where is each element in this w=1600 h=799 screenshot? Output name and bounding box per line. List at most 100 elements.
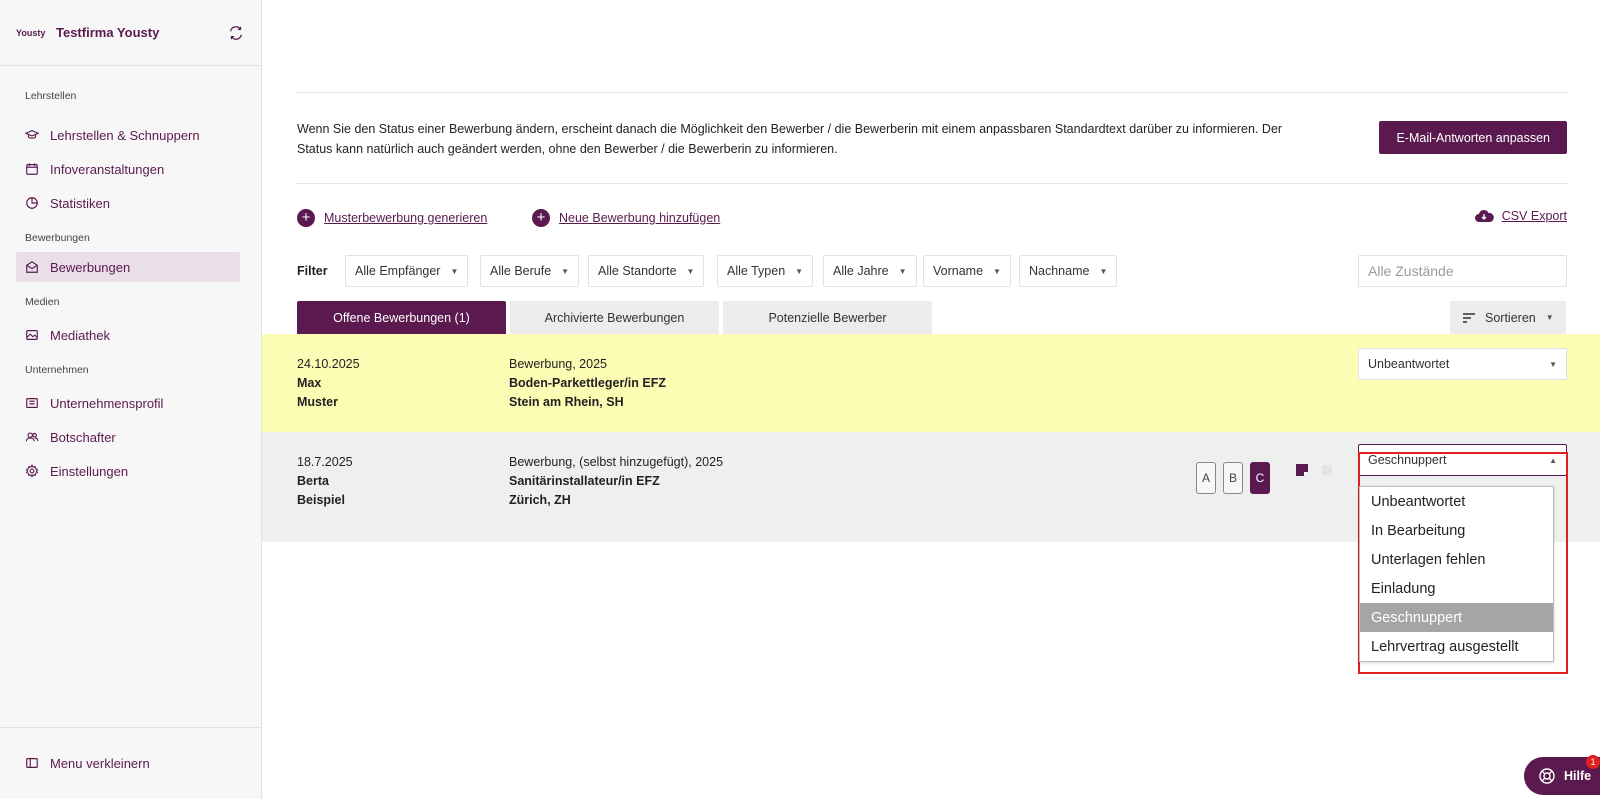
graduation-cap-icon (25, 130, 39, 139)
rating-a-button[interactable]: A (1196, 462, 1216, 494)
plus-circle-icon: + (297, 209, 315, 227)
select-value: Alle Berufe (490, 264, 552, 278)
sidebar-item-label: Bewerbungen (50, 259, 131, 275)
sidebar-item-unternehmensprofil[interactable]: Unternehmensprofil (16, 388, 240, 418)
tab-archived-applications[interactable]: Archivierte Bewerbungen (510, 301, 719, 334)
help-label: Hilfe (1564, 769, 1592, 783)
caret-down-icon: ▼ (450, 266, 459, 276)
sidebar-item-label: Statistiken (50, 195, 110, 211)
select-value: Vorname (933, 264, 984, 278)
company-logo[interactable]: Yousty (16, 24, 45, 42)
brand-header: Yousty Testfirma Yousty (0, 0, 261, 66)
note-empty-icon[interactable] (1320, 463, 1334, 477)
sidebar-item-infoveranstaltungen[interactable]: Infoveranstaltungen (16, 154, 240, 184)
filter-types-select[interactable]: Alle Typen ▼ (717, 255, 814, 287)
sidebar-item-einstellungen[interactable]: Einstellungen (16, 456, 240, 486)
status-option-unbeantwortet[interactable]: Unbeantwortet (1360, 487, 1553, 516)
caret-down-icon: ▼ (795, 266, 804, 276)
sort-button[interactable]: Sortieren ▼ (1450, 301, 1566, 334)
caret-down-icon: ▼ (1099, 266, 1108, 276)
filter-bar: Filter Alle Empfänger ▼ Alle Berufe ▼ Alle… (297, 255, 1567, 287)
info-text: Wenn Sie den Status einer Bewerbung ände… (297, 122, 1283, 156)
application-row[interactable]: 24.10.2025 Max Muster Bewerbung, 2025 Bo… (262, 334, 1600, 432)
job-cell: Bewerbung, (selbst hinzugefügt), 2025 Sa… (509, 453, 723, 510)
generate-sample-label: Musterbewerbung generieren (324, 211, 488, 225)
filter-professions-select[interactable]: Alle Berufe ▼ (480, 255, 580, 287)
filter-years-select[interactable]: Alle Jahre ▼ (823, 255, 917, 287)
sidebar-section-lehrstellen: Lehrstellen (25, 90, 77, 102)
sidebar-item-mediathek[interactable]: Mediathek (16, 320, 240, 350)
add-application-link[interactable]: + Neue Bewerbung hinzufügen (532, 209, 720, 227)
applicant-first-name[interactable]: Berta (297, 472, 353, 491)
status-option-unterlagen-fehlen[interactable]: Unterlagen fehlen (1360, 545, 1553, 574)
users-icon (25, 432, 39, 442)
actions-bar: + Musterbewerbung generieren + Neue Bewe… (297, 207, 1567, 231)
applicant-last-name[interactable]: Beispiel (297, 491, 353, 510)
caret-down-icon: ▼ (993, 266, 1001, 276)
status-filter-input[interactable]: Alle Zustände (1358, 255, 1567, 287)
collapse-menu-button[interactable]: Menu verkleinern (16, 748, 240, 778)
select-value: Alle Typen (727, 264, 786, 278)
tab-potential-applicants[interactable]: Potenzielle Bewerber (723, 301, 932, 334)
sync-icon[interactable] (227, 24, 245, 42)
sidebar-item-label: Botschafter (50, 429, 116, 445)
sidebar-item-label: Mediathek (50, 327, 110, 343)
filter-firstname-select[interactable]: Vorname ▼ (923, 255, 1011, 287)
status-option-geschnuppert[interactable]: Geschnuppert (1360, 603, 1553, 632)
pie-chart-icon (26, 197, 38, 209)
sidebar-item-label: Unternehmensprofil (50, 395, 164, 411)
sidebar-item-lehrstellen[interactable]: Lehrstellen & Schnuppern (16, 120, 240, 150)
company-name[interactable]: Testfirma Yousty (56, 25, 227, 40)
gear-icon (25, 464, 39, 478)
sidebar-collapse-icon (26, 758, 38, 768)
status-value: Unbeantwortet (1368, 357, 1450, 371)
application-type: Bewerbung, (selbst hinzugefügt), 2025 (509, 455, 724, 469)
sidebar-section-unternehmen: Unternehmen (25, 364, 89, 376)
sort-label: Sortieren (1485, 310, 1536, 325)
rating-c-button[interactable]: C (1250, 462, 1270, 494)
status-option-in-bearbeitung[interactable]: In Bearbeitung (1360, 516, 1553, 545)
job-location: Stein am Rhein, SH (509, 395, 624, 409)
sidebar-item-label: Einstellungen (50, 463, 129, 479)
select-value: Nachname (1029, 264, 1090, 278)
caret-down-icon: ▼ (561, 266, 570, 276)
filter-lastname-select[interactable]: Nachname ▼ (1019, 255, 1118, 287)
main-content: Wenn Sie den Status einer Bewerbung ände… (262, 0, 1600, 799)
note-icon[interactable] (1295, 463, 1309, 477)
sidebar-item-label: Lehrstellen & Schnuppern (50, 127, 200, 143)
job-cell: Bewerbung, 2025 Boden-Parkettleger/in EF… (509, 355, 666, 412)
generate-sample-link[interactable]: + Musterbewerbung generieren (297, 209, 487, 227)
image-icon (26, 330, 38, 340)
rating-b-button[interactable]: B (1223, 462, 1243, 494)
envelope-icon (26, 261, 38, 273)
status-select[interactable]: Unbeantwortet ▼ (1358, 348, 1567, 380)
select-value: Alle Standorte (598, 264, 677, 278)
tab-open-applications[interactable]: Offene Bewerbungen (1) (297, 301, 506, 334)
sidebar-item-botschafter[interactable]: Botschafter (16, 422, 240, 452)
sort-icon (1463, 312, 1475, 323)
cloud-download-icon (1474, 209, 1494, 222)
sidebar: Yousty Testfirma Yousty Lehrstellen Lehr… (0, 0, 262, 799)
sidebar-section-medien: Medien (25, 296, 60, 308)
notification-badge: 1 (1586, 755, 1600, 769)
filter-locations-select[interactable]: Alle Standorte ▼ (588, 255, 705, 287)
applicant-cell: 18.7.2025 Berta Beispiel (297, 453, 353, 510)
sidebar-item-bewerbungen[interactable]: Bewerbungen (16, 252, 240, 282)
customize-email-button[interactable]: E-Mail-Antworten anpassen (1379, 121, 1567, 154)
sidebar-section-bewerbungen: Bewerbungen (25, 232, 90, 244)
filter-label: Filter (297, 264, 328, 278)
filter-recipients-select[interactable]: Alle Empfänger ▼ (345, 255, 469, 287)
sidebar-item-label: Infoveranstaltungen (50, 161, 165, 177)
applicant-last-name[interactable]: Muster (297, 393, 360, 412)
status-option-einladung[interactable]: Einladung (1360, 574, 1553, 603)
caret-down-icon: ▼ (1549, 359, 1557, 369)
csv-export-label: CSV Export (1501, 209, 1567, 223)
sidebar-item-statistiken[interactable]: Statistiken (16, 188, 240, 218)
status-option-lehrvertrag[interactable]: Lehrvertrag ausgestellt (1360, 632, 1553, 661)
job-title: Sanitärinstallateur/in EFZ (509, 474, 660, 488)
status-dropdown-menu: Unbeantwortet In Bearbeitung Unterlagen … (1359, 486, 1554, 662)
applicant-first-name[interactable]: Max (297, 374, 360, 393)
job-location: Zürich, ZH (509, 493, 571, 507)
csv-export-link[interactable]: CSV Export (1474, 209, 1567, 223)
application-type: Bewerbung, 2025 (509, 357, 607, 371)
